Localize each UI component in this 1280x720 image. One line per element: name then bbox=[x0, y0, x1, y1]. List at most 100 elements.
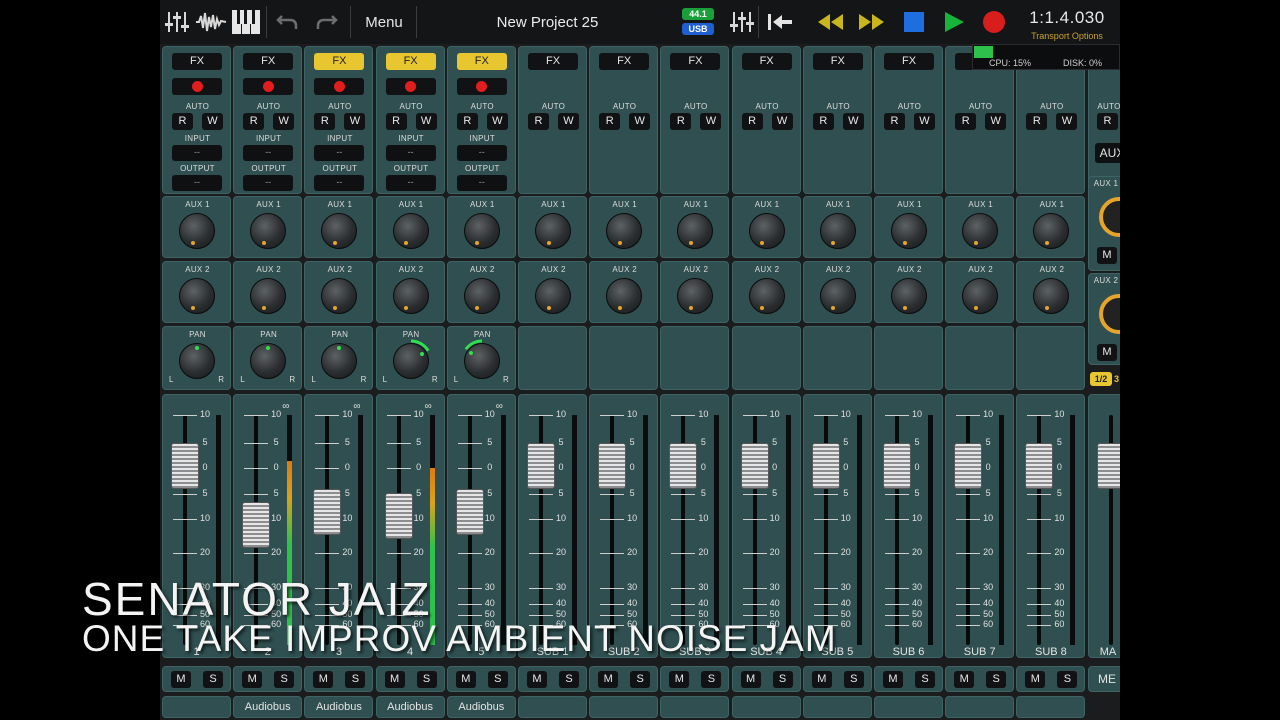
automation-write-button[interactable]: W bbox=[344, 113, 366, 130]
volume-fader-handle[interactable] bbox=[954, 442, 983, 489]
mixer-icon[interactable] bbox=[162, 0, 192, 44]
route-label[interactable] bbox=[731, 696, 801, 718]
aux1-send-knob[interactable] bbox=[389, 209, 433, 253]
mute-button[interactable]: M bbox=[883, 671, 903, 688]
position-readout[interactable]: 1:1.4.030 bbox=[1022, 8, 1112, 28]
stop-icon[interactable] bbox=[898, 0, 930, 44]
mute-button[interactable]: M bbox=[171, 671, 191, 688]
fx-button[interactable]: FX bbox=[172, 53, 222, 70]
solo-button[interactable]: S bbox=[701, 671, 722, 688]
aux2-send-knob[interactable] bbox=[816, 274, 860, 318]
solo-button[interactable]: S bbox=[274, 671, 295, 688]
master-page-next[interactable]: 3 bbox=[1114, 372, 1120, 386]
route-label[interactable] bbox=[1016, 696, 1086, 718]
pan-knob[interactable] bbox=[460, 339, 504, 383]
mute-button[interactable]: M bbox=[313, 671, 334, 688]
rewind-icon[interactable] bbox=[812, 0, 848, 44]
input-select[interactable]: -- bbox=[172, 145, 222, 161]
master-aux2-knob[interactable] bbox=[1099, 294, 1120, 334]
automation-read-button[interactable]: R bbox=[812, 113, 834, 130]
volume-fader-handle[interactable] bbox=[455, 488, 484, 535]
aux2-send-knob[interactable] bbox=[175, 274, 219, 318]
input-select[interactable]: -- bbox=[456, 145, 507, 161]
aux2-send-knob[interactable] bbox=[958, 274, 1002, 318]
fx-button[interactable]: FX bbox=[385, 53, 436, 70]
solo-button[interactable]: S bbox=[1057, 671, 1078, 688]
fx-button[interactable]: FX bbox=[884, 53, 934, 70]
automation-read-button[interactable]: R bbox=[528, 113, 549, 130]
automation-write-button[interactable]: W bbox=[415, 113, 437, 130]
automation-read-button[interactable]: R bbox=[741, 113, 763, 130]
volume-fader-handle[interactable] bbox=[669, 442, 698, 489]
route-label[interactable] bbox=[874, 696, 943, 718]
undo-icon[interactable] bbox=[272, 0, 302, 44]
aux1-send-knob[interactable] bbox=[246, 209, 290, 253]
automation-read-button[interactable]: R bbox=[955, 113, 977, 130]
aux1-send-knob[interactable] bbox=[745, 209, 789, 253]
transport-options-link[interactable]: Transport Options bbox=[1022, 31, 1112, 41]
volume-fader-handle[interactable] bbox=[242, 502, 271, 549]
solo-button[interactable]: S bbox=[986, 671, 1007, 688]
aux2-send-knob[interactable] bbox=[531, 274, 575, 318]
input-select[interactable]: -- bbox=[385, 145, 436, 161]
output-select[interactable]: -- bbox=[456, 175, 507, 191]
aux2-send-knob[interactable] bbox=[745, 274, 789, 318]
fx-button[interactable]: FX bbox=[599, 53, 650, 70]
output-select[interactable]: -- bbox=[243, 175, 294, 191]
aux2-send-knob[interactable] bbox=[460, 274, 504, 318]
solo-button[interactable]: S bbox=[843, 671, 864, 688]
solo-button[interactable]: S bbox=[772, 671, 793, 688]
aux2-send-knob[interactable] bbox=[317, 274, 361, 318]
master-bottom-label[interactable]: ME bbox=[1098, 672, 1116, 686]
aux1-send-knob[interactable] bbox=[531, 209, 575, 253]
aux2-send-knob[interactable] bbox=[602, 274, 646, 318]
record-arm-button[interactable] bbox=[172, 78, 222, 95]
fader-settings-icon[interactable] bbox=[726, 0, 756, 44]
aux2-send-knob[interactable] bbox=[389, 274, 433, 318]
mute-button[interactable]: M bbox=[740, 671, 761, 688]
waveform-icon[interactable] bbox=[194, 0, 228, 44]
automation-read-button[interactable]: R bbox=[243, 113, 265, 130]
automation-write-button[interactable]: W bbox=[771, 113, 793, 130]
piano-icon[interactable] bbox=[230, 0, 262, 44]
output-select[interactable]: -- bbox=[314, 175, 365, 191]
aux1-send-knob[interactable] bbox=[317, 209, 361, 253]
automation-read-button[interactable]: R bbox=[172, 113, 193, 130]
fx-button[interactable]: FX bbox=[670, 53, 721, 70]
route-label[interactable] bbox=[660, 696, 730, 718]
record-arm-button[interactable] bbox=[456, 78, 507, 95]
record-icon[interactable] bbox=[978, 0, 1010, 44]
automation-write-button[interactable]: W bbox=[842, 113, 864, 130]
automation-read-button[interactable]: R bbox=[599, 113, 621, 130]
pan-knob[interactable] bbox=[389, 339, 433, 383]
fx-button[interactable]: FX bbox=[456, 53, 507, 70]
route-label[interactable] bbox=[589, 696, 659, 718]
automation-write-button[interactable]: W bbox=[629, 113, 651, 130]
automation-read-button[interactable]: R bbox=[884, 113, 905, 130]
mute-button[interactable]: M bbox=[242, 671, 263, 688]
output-select[interactable]: -- bbox=[385, 175, 436, 191]
route-label[interactable]: Audiobus bbox=[304, 696, 374, 718]
menu-button[interactable]: Menu bbox=[356, 0, 412, 44]
master-aux-button[interactable]: AUX bbox=[1095, 143, 1120, 163]
solo-button[interactable]: S bbox=[915, 671, 935, 688]
aux1-send-knob[interactable] bbox=[673, 209, 717, 253]
aux1-send-knob[interactable] bbox=[460, 209, 504, 253]
play-icon[interactable] bbox=[938, 0, 970, 44]
volume-fader-handle[interactable] bbox=[1025, 442, 1054, 489]
volume-fader-handle[interactable] bbox=[527, 442, 555, 489]
input-select[interactable]: -- bbox=[243, 145, 294, 161]
input-select[interactable]: -- bbox=[314, 145, 365, 161]
mute-button[interactable]: M bbox=[384, 671, 405, 688]
automation-write-button[interactable]: W bbox=[273, 113, 295, 130]
automation-read-button[interactable]: R bbox=[670, 113, 692, 130]
solo-button[interactable]: S bbox=[203, 671, 223, 688]
solo-button[interactable]: S bbox=[416, 671, 437, 688]
fx-button[interactable]: FX bbox=[528, 53, 578, 70]
mute-button[interactable]: M bbox=[598, 671, 619, 688]
record-arm-button[interactable] bbox=[243, 78, 294, 95]
master-aux1-mute[interactable]: M bbox=[1097, 247, 1117, 264]
redo-icon[interactable] bbox=[312, 0, 342, 44]
automation-read-button[interactable]: R bbox=[385, 113, 407, 130]
volume-fader-handle[interactable] bbox=[313, 488, 342, 535]
